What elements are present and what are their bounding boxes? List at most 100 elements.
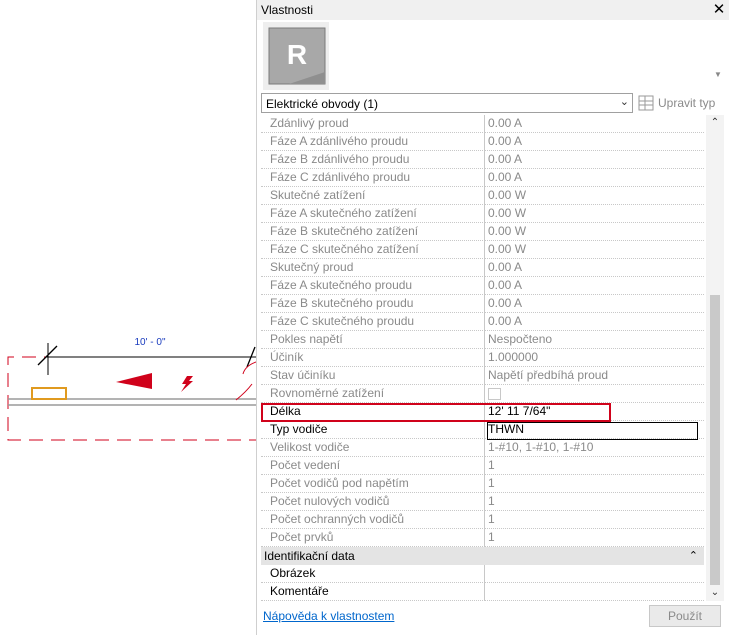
property-name: Počet ochranných vodičů (261, 511, 485, 529)
property-value: 0.00 A (485, 277, 704, 295)
property-name: Skutečný proud (261, 259, 485, 277)
property-value: 1.000000 (485, 349, 704, 367)
property-row[interactable]: Velikost vodiče 1-#10, 1-#10, 1-#10 (261, 439, 704, 457)
lightning-icon (181, 376, 193, 392)
property-name: Komentáře (261, 583, 485, 601)
property-row[interactable]: Skutečné zatížení 0.00 W (261, 187, 704, 205)
property-name: Zdánlivý proud (261, 115, 485, 133)
element-filter-dropdown[interactable]: Elektrické obvody (1) ⌄ (261, 93, 633, 113)
properties-grid: Zdánlivý proud 0.00 A Fáze A zdánlivého p… (261, 115, 704, 601)
property-row[interactable]: Počet nulových vodičů 1 (261, 493, 704, 511)
group-header-identity-data[interactable]: Identifikační data ⌃ (261, 547, 704, 565)
type-selector[interactable]: R ▼ (257, 20, 729, 92)
property-value: 0.00 W (485, 205, 704, 223)
property-row[interactable]: Fáze B zdánlivého proudu 0.00 A (261, 151, 704, 169)
property-name: Skutečné zatížení (261, 187, 485, 205)
drawing-canvas[interactable]: 10' - 0" (0, 0, 257, 635)
property-value: 1 (485, 457, 704, 475)
property-value: 1 (485, 511, 704, 529)
property-value: 1 (485, 475, 704, 493)
property-name: Fáze B skutečného zatížení (261, 223, 485, 241)
property-row[interactable]: Rovnoměrné zatížení (261, 385, 704, 403)
element-filter-value: Elektrické obvody (1) (266, 97, 379, 111)
property-value: 0.00 A (485, 151, 704, 169)
uniform-load-checkbox[interactable] (488, 388, 501, 400)
panel-titlebar[interactable]: Vlastnosti ✕ (257, 0, 729, 20)
property-name: Fáze A skutečného proudu (261, 277, 485, 295)
property-row[interactable]: Fáze C skutečného proudu 0.00 A (261, 313, 704, 331)
property-value: 0.00 A (485, 259, 704, 277)
properties-help-link[interactable]: Nápověda k vlastnostem (263, 609, 394, 623)
property-row[interactable]: Počet prvků 1 (261, 529, 704, 547)
property-value: 1 (485, 493, 704, 511)
property-row[interactable]: Fáze C skutečného zatížení 0.00 W (261, 241, 704, 259)
dimension-text[interactable]: 10' - 0" (134, 337, 165, 348)
property-row[interactable]: Obrázek (261, 565, 704, 583)
property-row[interactable]: Fáze B skutečného zatížení 0.00 W (261, 223, 704, 241)
fixture-symbol[interactable] (31, 387, 67, 400)
property-row[interactable]: Pokles napětí Nespočteno (261, 331, 704, 349)
revit-logo-icon: R (263, 22, 329, 90)
property-name: Rovnoměrné zatížení (261, 385, 485, 403)
collapse-icon[interactable]: ⌃ (689, 547, 698, 565)
home-run-arrow[interactable] (116, 373, 152, 389)
property-name: Velikost vodiče (261, 439, 485, 457)
scroll-thumb[interactable] (710, 295, 720, 585)
property-name: Účiník (261, 349, 485, 367)
property-row[interactable]: Fáze A zdánlivého proudu 0.00 A (261, 133, 704, 151)
property-name: Pokles napětí (261, 331, 485, 349)
property-row[interactable]: Skutečný proud 0.00 A (261, 259, 704, 277)
property-row[interactable]: Zdánlivý proud 0.00 A (261, 115, 704, 133)
property-value: 1 (485, 529, 704, 547)
property-value: 0.00 W (485, 187, 704, 205)
property-name: Obrázek (261, 565, 485, 583)
scroll-up-icon[interactable]: ⌃ (706, 117, 724, 128)
property-name: Typ vodiče (261, 421, 485, 439)
length-highlight-box (261, 403, 611, 422)
type-dropdown-icon[interactable]: ▼ (714, 70, 722, 79)
chevron-down-icon: ⌄ (619, 96, 629, 108)
property-value: 1-#10, 1-#10, 1-#10 (485, 439, 704, 457)
property-value: 0.00 W (485, 241, 704, 259)
properties-panel: Vlastnosti ✕ R ▼ Elektrické obvody (1) ⌄… (256, 0, 729, 635)
property-name: Fáze A zdánlivého proudu (261, 133, 485, 151)
panel-title: Vlastnosti (261, 3, 314, 17)
property-value: 0.00 A (485, 115, 704, 133)
property-row[interactable]: Počet vedení 1 (261, 457, 704, 475)
property-row[interactable]: Účiník 1.000000 (261, 349, 704, 367)
property-row[interactable]: Počet ochranných vodičů 1 (261, 511, 704, 529)
scroll-down-icon[interactable]: ⌄ (706, 587, 724, 598)
property-name: Fáze B zdánlivého proudu (261, 151, 485, 169)
circuit-wire-arc (235, 361, 257, 401)
property-row[interactable]: Fáze A skutečného zatížení 0.00 W (261, 205, 704, 223)
property-row[interactable]: Stav účiníku Napětí předbíhá proud (261, 367, 704, 385)
property-name: Počet vedení (261, 457, 485, 475)
wire-type-edit-box[interactable] (487, 422, 698, 440)
group-label: Identifikační data (264, 549, 355, 563)
property-value: 0.00 A (485, 295, 704, 313)
property-name: Počet prvků (261, 529, 485, 547)
property-row[interactable]: Počet vodičů pod napětím 1 (261, 475, 704, 493)
property-value: 0.00 W (485, 223, 704, 241)
close-icon[interactable]: ✕ (710, 0, 728, 20)
property-row[interactable]: Komentáře (261, 583, 704, 601)
apply-button[interactable]: Použít (649, 605, 721, 627)
image-field[interactable] (485, 565, 704, 583)
property-name: Počet vodičů pod napětím (261, 475, 485, 493)
circuit-drawing[interactable]: 10' - 0" (0, 0, 257, 635)
property-value: 0.00 A (485, 133, 704, 151)
property-row[interactable]: Fáze A skutečného proudu 0.00 A (261, 277, 704, 295)
comments-field[interactable] (485, 583, 704, 601)
property-name: Fáze C skutečného zatížení (261, 241, 485, 259)
property-name: Fáze C zdánlivého proudu (261, 169, 485, 187)
property-value (485, 385, 704, 403)
property-row[interactable]: Fáze C zdánlivého proudu 0.00 A (261, 169, 704, 187)
property-name: Počet nulových vodičů (261, 493, 485, 511)
property-row[interactable]: Fáze B skutečného proudu 0.00 A (261, 295, 704, 313)
property-name: Fáze B skutečného proudu (261, 295, 485, 313)
vertical-scrollbar[interactable]: ⌃ ⌄ (706, 115, 724, 601)
property-value: Napětí předbíhá proud (485, 367, 704, 385)
property-name: Fáze C skutečného proudu (261, 313, 485, 331)
edit-type-button[interactable]: Upravit typ (637, 94, 727, 112)
property-name: Stav účiníku (261, 367, 485, 385)
